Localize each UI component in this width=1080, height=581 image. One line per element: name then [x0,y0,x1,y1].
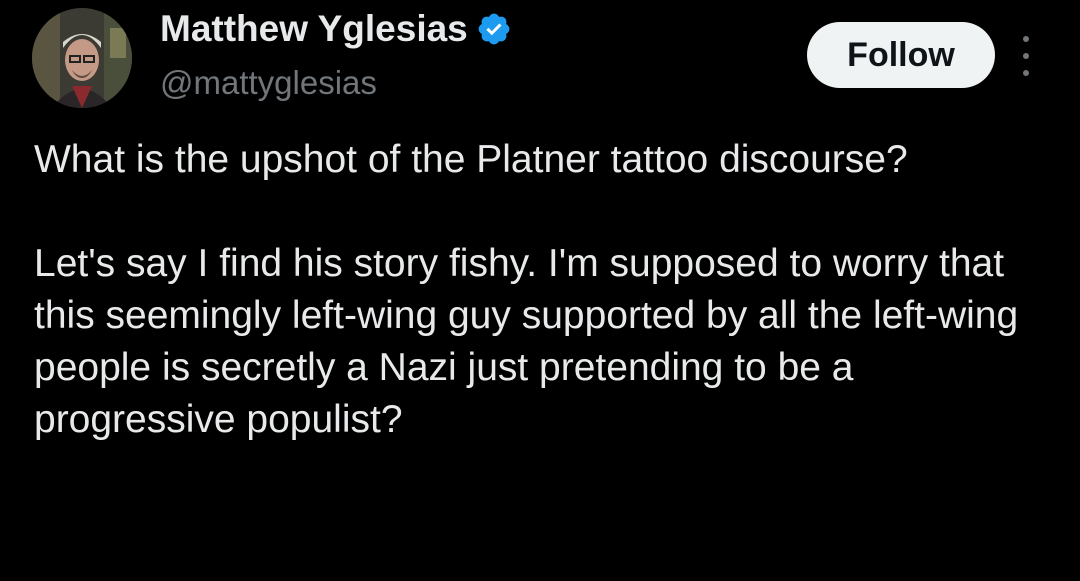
tweet-paragraph: What is the upshot of the Platner tattoo… [34,138,908,181]
more-options-icon[interactable] [1014,36,1038,76]
avatar[interactable] [32,8,132,108]
handle[interactable]: @mattyglesias [160,64,377,102]
tweet: Matthew Yglesias @mattyglesias Follow Wh… [0,0,1080,581]
verified-badge-icon[interactable] [476,11,512,47]
more-dot [1023,70,1029,76]
more-dot [1023,36,1029,42]
tweet-text: What is the upshot of the Platner tattoo… [34,134,1054,446]
tweet-paragraph: Let's say I find his story fishy. I'm su… [34,242,1019,441]
avatar-photo [32,8,132,108]
author-name-row: Matthew Yglesias [160,4,512,54]
display-name[interactable]: Matthew Yglesias [160,8,468,50]
follow-button[interactable]: Follow [807,22,995,88]
more-dot [1023,53,1029,59]
